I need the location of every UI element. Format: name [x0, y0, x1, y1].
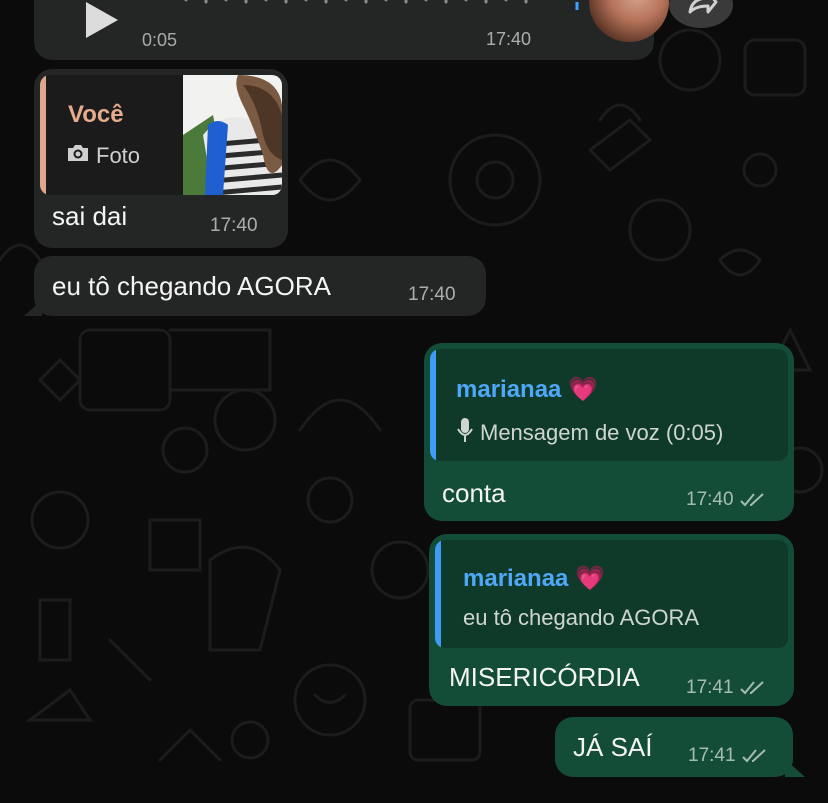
quote-accent-bar [430, 349, 436, 461]
quote-accent-bar [40, 75, 46, 195]
outgoing-message[interactable]: marianaa 💗 Mensagem de voz (0:05) conta … [424, 343, 794, 521]
incoming-message[interactable]: eu tô chegando AGORA 17:40 [24, 256, 486, 316]
bubble-tail [785, 759, 805, 777]
outgoing-message[interactable]: marianaa 💗 eu tô chegando AGORA MISERICÓ… [429, 534, 794, 706]
double-check-icon [739, 492, 766, 508]
message-time: 17:40 [486, 29, 531, 50]
outgoing-message[interactable]: JÁ SAÍ 17:41 [555, 717, 805, 777]
message-text: conta [442, 478, 506, 508]
message-text: MISERICÓRDIA [449, 662, 640, 692]
time-label: 17:41 [686, 677, 734, 698]
camera-icon [66, 143, 90, 169]
quote-text: eu tô chegando AGORA [463, 605, 700, 630]
quote-media-label: Foto [66, 143, 140, 169]
microphone-icon [456, 417, 474, 449]
incoming-message[interactable]: Você Foto sai dai 17:40 [34, 69, 288, 248]
quoted-message[interactable]: Você Foto [40, 75, 282, 195]
time-label: 17:40 [686, 489, 734, 510]
quote-author: Você [68, 101, 124, 128]
message-time: 17:40 [210, 215, 258, 237]
quote-author: marianaa 💗 [463, 565, 605, 592]
time-label: 17:40 [408, 284, 456, 305]
audio-waveform[interactable] [182, 0, 542, 4]
voice-duration: 0:05 [142, 30, 178, 50]
time-label: 17:40 [210, 215, 258, 236]
message-time: 17:40 [408, 284, 456, 306]
message-time: 17:41 [688, 745, 768, 767]
double-check-icon [741, 748, 768, 764]
double-check-icon [739, 680, 766, 696]
message-time: 17:41 [686, 677, 766, 699]
time-label: 17:41 [688, 745, 736, 766]
message-text: eu tô chegando AGORA [52, 271, 331, 301]
quote-media-type: Foto [96, 143, 141, 168]
quote-author: marianaa 💗 [456, 376, 598, 403]
bubble-tail [24, 300, 42, 316]
quote-accent-bar [435, 540, 441, 648]
forward-icon [684, 0, 718, 25]
quote-body: Mensagem de voz (0:05) [456, 417, 723, 449]
time-label: 17:40 [486, 29, 532, 49]
quote-text: Mensagem de voz (0:05) [480, 420, 724, 445]
quoted-message[interactable]: marianaa 💗 Mensagem de voz (0:05) [430, 349, 788, 461]
photo-thumbnail[interactable] [183, 75, 282, 195]
message-time: 17:40 [686, 489, 766, 511]
message-text: sai dai [52, 201, 128, 231]
microphone-icon [564, 0, 590, 17]
quoted-message[interactable]: marianaa 💗 eu tô chegando AGORA [435, 540, 788, 648]
play-icon[interactable] [82, 0, 122, 45]
voice-message-bubble[interactable]: 0:05 17:40 [34, 0, 669, 60]
message-text: JÁ SAÍ [573, 732, 653, 762]
